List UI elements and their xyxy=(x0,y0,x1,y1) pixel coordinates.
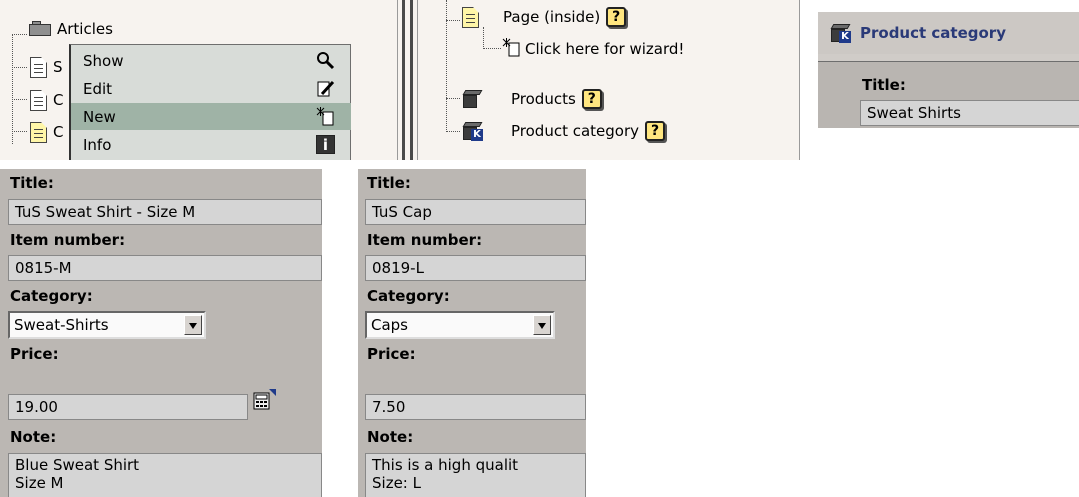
menu-item-label: Info xyxy=(83,135,112,154)
tree-item-label: Product category xyxy=(511,122,640,140)
menu-item-info[interactable]: Info i xyxy=(71,131,351,158)
menu-item-show[interactable]: Show xyxy=(71,47,351,74)
magnifier-icon xyxy=(316,51,335,70)
panel-divider xyxy=(410,0,413,160)
page-tree-panel: Articles S C C Show Edit New Info i xyxy=(0,0,410,160)
tree-item-label: Articles xyxy=(57,20,113,38)
help-icon[interactable]: ? xyxy=(645,121,666,141)
tree-connector xyxy=(483,48,501,49)
note-textarea[interactable]: Blue Sweat Shirt Size M xyxy=(8,453,322,497)
tree-item-page[interactable]: C xyxy=(30,119,63,145)
tree-item-page-inside[interactable]: Page (inside) ? xyxy=(462,4,627,30)
menu-item-label: Show xyxy=(83,51,124,70)
tree-item-products[interactable]: Products ? xyxy=(462,86,602,112)
product-form-sweat-shirt: Title: TuS Sweat Shirt - Size M Item num… xyxy=(0,169,322,497)
tree-item-page[interactable]: S xyxy=(30,54,63,80)
category-label: Category: xyxy=(10,287,93,305)
category-select-value: Caps xyxy=(371,316,409,334)
tree-item-label: C xyxy=(53,123,64,141)
tree-connector xyxy=(12,99,27,100)
tree-item-label: Products xyxy=(511,90,576,108)
menu-item-label: New xyxy=(83,107,116,126)
record-header: K Product category xyxy=(818,12,1079,54)
item-number-label: Item number: xyxy=(10,231,126,249)
menu-item-new[interactable]: New xyxy=(71,103,351,130)
tree-connector xyxy=(446,131,460,132)
tree-connector xyxy=(12,34,27,35)
price-field[interactable]: 7.50 xyxy=(365,394,586,420)
note-label: Note: xyxy=(367,428,414,446)
help-icon[interactable]: ? xyxy=(606,7,627,27)
item-number-label: Item number: xyxy=(367,231,483,249)
product-category-panel: K Product category Title: Sweat Shirts xyxy=(818,12,1079,128)
item-number-field[interactable]: 0819-L xyxy=(365,255,586,281)
price-label: Price: xyxy=(10,345,59,363)
page-icon xyxy=(30,56,47,78)
panel-divider xyxy=(397,0,398,160)
dropdown-arrow-icon[interactable] xyxy=(184,315,202,335)
price-field[interactable]: 19.00 xyxy=(8,394,248,420)
tree-item-label: S xyxy=(53,58,63,76)
category-select[interactable]: Caps xyxy=(365,311,555,339)
edit-page-icon xyxy=(316,79,335,98)
tree-item-label: C xyxy=(53,91,64,109)
wizard-link[interactable]: Click here for wizard! xyxy=(502,36,684,62)
new-page-sparkle-icon xyxy=(316,107,335,126)
menu-item-edit[interactable]: Edit xyxy=(71,75,351,102)
panel-divider xyxy=(402,0,405,160)
context-menu: Show Edit New Info i xyxy=(69,44,351,160)
menu-item-label: Edit xyxy=(83,79,113,98)
tree-item-page[interactable]: C xyxy=(30,87,63,113)
title-field[interactable]: TuS Sweat Shirt - Size M xyxy=(8,199,322,225)
panel-divider xyxy=(417,0,418,160)
tree-connector xyxy=(446,98,460,99)
title-field[interactable]: TuS Cap xyxy=(365,199,586,225)
item-number-field[interactable]: 0815-M xyxy=(8,255,322,281)
tree-item-label: Click here for wizard! xyxy=(525,40,685,58)
product-icon xyxy=(462,90,483,108)
note-textarea[interactable]: This is a high qualit Size: L xyxy=(365,453,586,497)
record-header-title: Product category xyxy=(860,24,1006,42)
record-body: Title: Sweat Shirts xyxy=(818,62,1079,128)
category-label: Category: xyxy=(367,287,450,305)
note-label: Note: xyxy=(10,428,57,446)
folder-icon xyxy=(29,21,53,37)
title-label: Title: xyxy=(367,174,411,192)
tree-connector xyxy=(12,67,27,68)
page-icon xyxy=(30,121,47,143)
title-field[interactable]: Sweat Shirts xyxy=(860,100,1079,126)
info-icon: i xyxy=(316,135,335,154)
price-label: Price: xyxy=(367,345,416,363)
category-select[interactable]: Sweat-Shirts xyxy=(8,311,206,339)
tree-connector xyxy=(12,34,13,144)
tree-connector xyxy=(446,20,460,21)
page-icon xyxy=(462,6,479,28)
dropdown-arrow-icon[interactable] xyxy=(533,315,551,335)
new-page-sparkle-icon xyxy=(502,37,521,61)
product-category-icon: K xyxy=(830,24,851,43)
calculator-wizard-icon[interactable] xyxy=(253,388,277,410)
page-icon xyxy=(30,89,47,111)
tree-connector xyxy=(483,27,484,49)
tree-item-articles[interactable]: Articles xyxy=(29,16,113,42)
title-label: Title: xyxy=(862,76,906,94)
title-label: Title: xyxy=(10,174,54,192)
tree-item-product-category[interactable]: K Product category ? xyxy=(462,118,666,144)
help-icon[interactable]: ? xyxy=(581,89,602,109)
tree-connector xyxy=(12,131,27,132)
record-tree-panel: Page (inside) ? Click here for wizard! P… xyxy=(410,0,800,160)
tree-item-label: Page (inside) xyxy=(503,8,601,26)
category-select-value: Sweat-Shirts xyxy=(14,316,109,334)
product-form-cap: Title: TuS Cap Item number: 0819-L Categ… xyxy=(358,169,586,497)
product-category-icon: K xyxy=(462,122,483,141)
